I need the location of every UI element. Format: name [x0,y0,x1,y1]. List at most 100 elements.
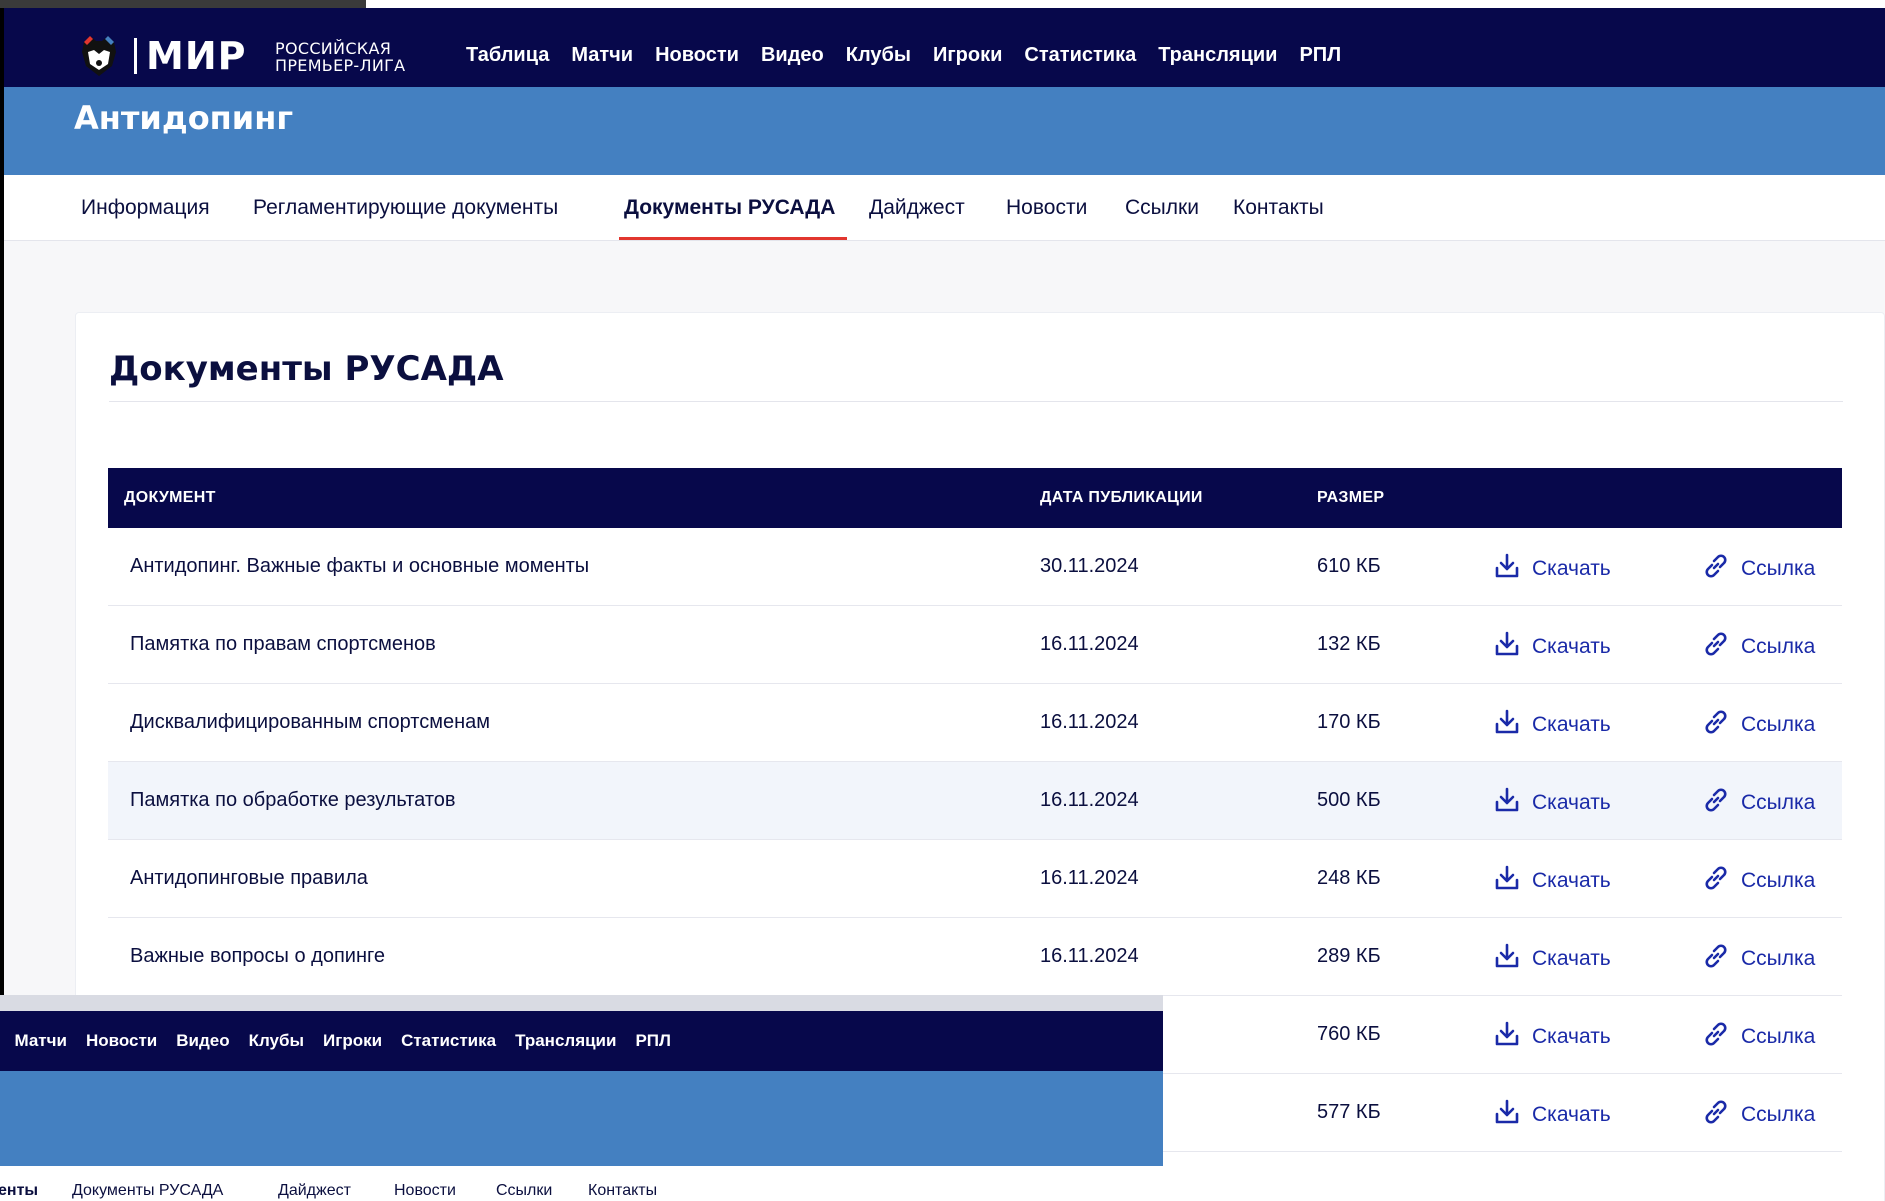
link-label: Ссылка [1741,947,1816,970]
download-icon [1492,785,1522,821]
nav-item-rpl[interactable]: РПЛ [1299,44,1341,67]
download-icon [1492,707,1522,743]
document-name[interactable]: Дисквалифицированным спортсменам [130,711,490,734]
download-label: Скачать [1532,869,1611,892]
copy-link[interactable]: Ссылка [1701,785,1815,821]
document-name[interactable]: Важные вопросы о допинге [130,945,385,968]
nav-item-broadcasts[interactable]: Трансляции [1158,44,1277,67]
link-icon [1701,629,1731,665]
screen: МИР РОССИЙСКАЯ ПРЕМЬЕР-ЛИГА Таблица Матч… [0,0,1885,1201]
file-size: 248 КБ [1317,867,1381,889]
nav-item-players[interactable]: Игроки [933,44,1002,67]
overlay-nav-item-rpl[interactable]: РПЛ [635,1031,671,1051]
publication-date: 30.11.2024 [1040,555,1139,577]
document-name[interactable]: Антидопинговые правила [130,867,368,890]
logo-mir[interactable]: МИР [146,34,246,78]
col-size: РАЗМЕР [1317,489,1385,506]
page-banner: Антидопинг [4,87,1885,175]
download-label: Скачать [1532,1025,1611,1048]
copy-link[interactable]: Ссылка [1701,1019,1815,1055]
file-size: 760 КБ [1317,1023,1381,1045]
overlay-nav-item-news[interactable]: Новости [86,1031,157,1051]
download-label: Скачать [1532,635,1611,658]
link-icon [1701,707,1731,743]
download-link[interactable]: Скачать [1492,707,1611,743]
download-link[interactable]: Скачать [1492,1019,1611,1055]
bear-logo-icon[interactable] [74,30,124,80]
col-date: ДАТА ПУБЛИКАЦИИ [1040,489,1203,506]
document-name[interactable]: Антидопинг. Важные факты и основные моме… [130,555,589,578]
document-name[interactable]: Памятка по правам спортсменов [130,633,436,656]
overlay-nav-item-clubs[interactable]: Клубы [249,1031,304,1051]
title-divider [109,401,1843,402]
tab-info[interactable]: Информация [81,196,210,220]
nav-item-matches[interactable]: Матчи [571,44,633,67]
download-link[interactable]: Скачать [1492,785,1611,821]
download-link[interactable]: Скачать [1492,629,1611,665]
link-icon [1701,863,1731,899]
copy-link[interactable]: Ссылка [1701,941,1815,977]
file-size: 577 КБ [1317,1101,1381,1123]
download-link[interactable]: Скачать [1492,941,1611,977]
file-size: 170 КБ [1317,711,1381,733]
overlay-tab-news[interactable]: Новости [394,1182,456,1200]
publication-date: 16.11.2024 [1040,789,1139,811]
page-title: Антидопинг [74,99,294,137]
download-link[interactable]: Скачать [1492,863,1611,899]
tab-links[interactable]: Ссылки [1125,196,1199,220]
overlapping-window: а Матчи Новости Видео Клубы Игроки Стати… [0,995,1163,1201]
copy-link[interactable]: Ссылка [1701,551,1815,587]
nav-item-news[interactable]: Новости [655,44,739,67]
logo-league-name[interactable]: РОССИЙСКАЯ ПРЕМЬЕР-ЛИГА [275,40,405,74]
copy-link[interactable]: Ссылка [1701,863,1815,899]
site-header: МИР РОССИЙСКАЯ ПРЕМЬЕР-ЛИГА Таблица Матч… [0,8,1885,87]
overlay-tab-links[interactable]: Ссылки [496,1182,552,1200]
nav-item-table[interactable]: Таблица [466,44,549,67]
download-label: Скачать [1532,557,1611,580]
table-row: Памятка по обработке результатов 16.11.20… [108,762,1842,840]
link-label: Ссылка [1741,869,1816,892]
table-row: Важные вопросы о допинге 16.11.2024 289 КБ… [108,918,1842,996]
tab-digest[interactable]: Дайджест [869,196,965,220]
table-row: Дисквалифицированным спортсменам 16.11.20… [108,684,1842,762]
tab-rusada-docs[interactable]: Документы РУСАДА [624,196,835,220]
overlay-nav: а Матчи Новости Видео Клубы Игроки Стати… [0,1011,1163,1071]
download-link[interactable]: Скачать [1492,551,1611,587]
file-size: 132 КБ [1317,633,1381,655]
overlay-nav-item-stats[interactable]: Статистика [401,1031,496,1051]
tab-news[interactable]: Новости [1006,196,1087,220]
tab-regulations[interactable]: Регламентирующие документы [253,196,558,220]
download-label: Скачать [1532,1103,1611,1126]
active-tab-indicator [619,237,847,240]
logo-separator [134,38,137,74]
download-icon [1492,629,1522,665]
link-icon [1701,1019,1731,1055]
overlay-nav-item-video[interactable]: Видео [176,1031,229,1051]
copy-link[interactable]: Ссылка [1701,1097,1815,1133]
file-size: 500 КБ [1317,789,1381,811]
overlay-tab-digest[interactable]: Дайджест [278,1182,351,1200]
download-link[interactable]: Скачать [1492,1097,1611,1133]
overlay-nav-item-players[interactable]: Игроки [323,1031,382,1051]
overlay-tab-contacts[interactable]: Контакты [588,1182,657,1200]
overlay-top-strip [0,995,1163,1011]
nav-item-stats[interactable]: Статистика [1024,44,1136,67]
download-icon [1492,1019,1522,1055]
nav-item-clubs[interactable]: Клубы [846,44,911,67]
main-nav: Таблица Матчи Новости Видео Клубы Игроки… [466,44,1341,67]
link-icon [1701,785,1731,821]
nav-item-video[interactable]: Видео [761,44,824,67]
overlay-tab-regulations[interactable]: енты [0,1182,38,1200]
overlay-nav-item-broadcasts[interactable]: Трансляции [515,1031,616,1051]
document-name[interactable]: Памятка по обработке результатов [130,789,456,812]
link-icon [1701,1097,1731,1133]
section-tabs: Информация Регламентирующие документы До… [4,175,1885,241]
overlay-nav-item-matches[interactable]: Матчи [14,1031,66,1051]
tab-contacts[interactable]: Контакты [1233,196,1324,220]
overlay-banner [0,1071,1163,1166]
section-title: Документы РУСАДА [109,349,504,389]
copy-link[interactable]: Ссылка [1701,629,1815,665]
copy-link[interactable]: Ссылка [1701,707,1815,743]
overlay-tab-rusada-docs[interactable]: Документы РУСАДА [72,1182,223,1200]
download-icon [1492,863,1522,899]
